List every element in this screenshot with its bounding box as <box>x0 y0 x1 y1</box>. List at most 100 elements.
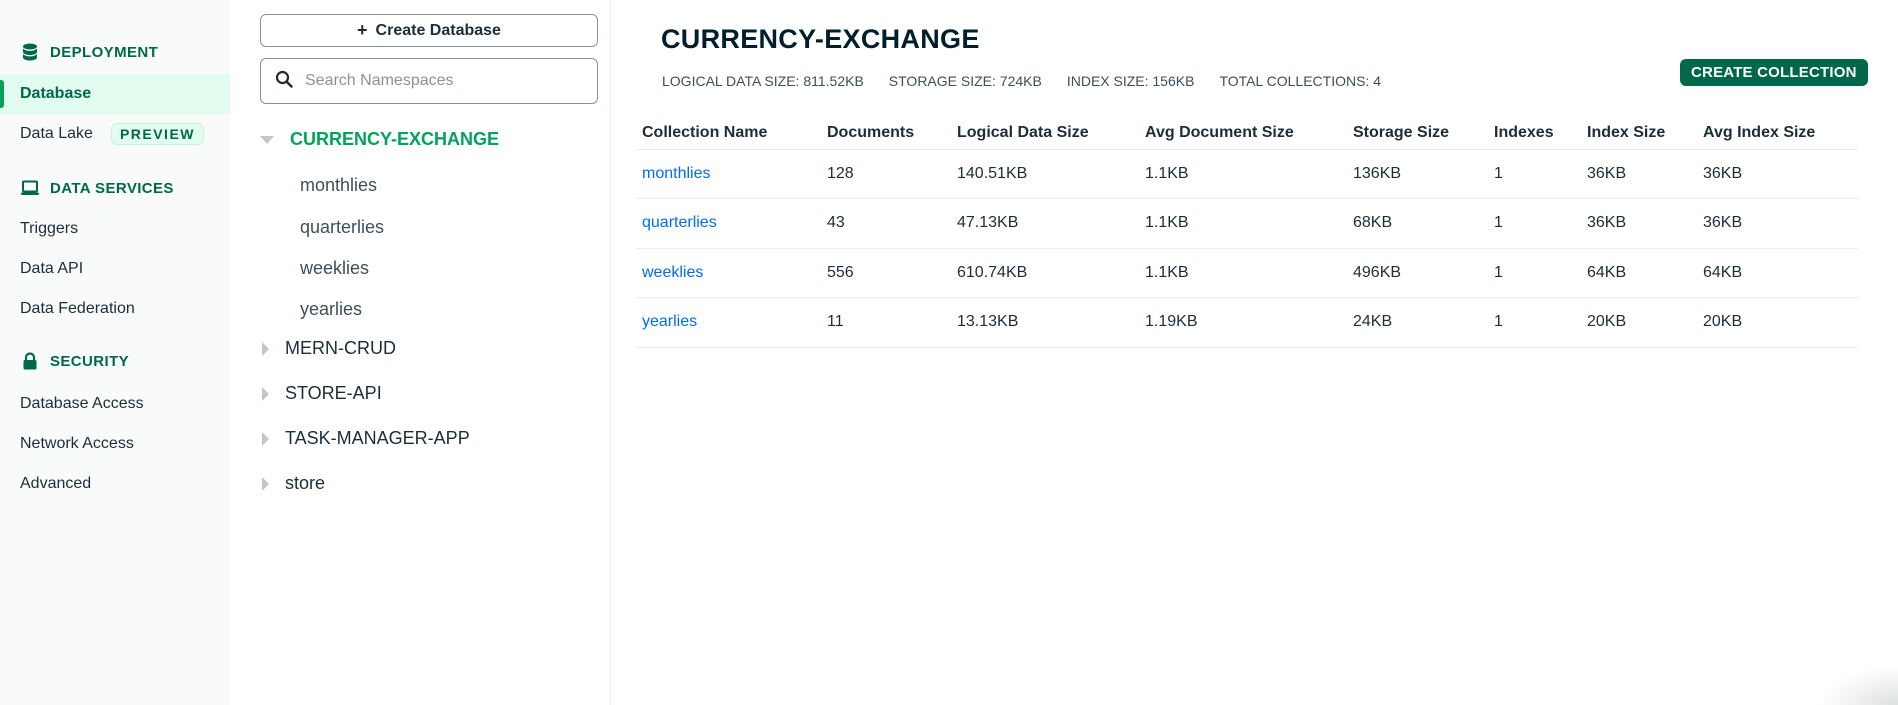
collections-table: Collection Name Documents Logical Data S… <box>636 118 1858 348</box>
nav-item-data-api[interactable]: Data API <box>0 249 230 289</box>
nav-item-network-access[interactable]: Network Access <box>0 424 230 464</box>
preview-badge: PREVIEW <box>110 123 205 145</box>
index-size-stat: INDEX SIZE: 156KB <box>1066 73 1195 89</box>
collection-link[interactable]: yearlies <box>642 313 697 330</box>
column-header[interactable]: Collection Name <box>636 118 821 150</box>
database-item-task-manager-app[interactable]: TASK-MANAGER-APP <box>260 428 470 449</box>
nav-item-label: Advanced <box>20 475 92 492</box>
page-title: CURRENCY-EXCHANGE <box>661 24 980 54</box>
plus-icon: + <box>357 20 368 40</box>
collection-link[interactable]: quarterlies <box>642 214 717 231</box>
laptop-icon <box>20 178 40 198</box>
column-header[interactable]: Avg Index Size <box>1697 118 1858 150</box>
collection-link[interactable]: weeklies <box>642 264 703 281</box>
create-database-label: Create Database <box>375 21 501 39</box>
column-header[interactable]: Storage Size <box>1347 118 1488 150</box>
database-item-mern-crud[interactable]: MERN-CRUD <box>260 338 396 359</box>
table-cell: 610.74KB <box>951 248 1139 298</box>
table-cell: 47.13KB <box>951 198 1139 249</box>
table-cell: 1 <box>1488 198 1581 249</box>
collection-item-monthlies[interactable]: monthlies <box>300 175 377 196</box>
table-cell: 36KB <box>1581 198 1697 249</box>
table-cell: 13.13KB <box>951 297 1139 348</box>
nav-item-data-lake[interactable]: Data Lake PREVIEW <box>0 114 230 154</box>
database-item-store-api[interactable]: STORE-API <box>260 383 382 404</box>
table-cell: 64KB <box>1697 248 1858 298</box>
table-cell: 68KB <box>1347 198 1488 249</box>
database-name: MERN-CRUD <box>285 338 396 358</box>
caret-right-icon[interactable] <box>262 386 269 401</box>
main-content: CURRENCY-EXCHANGE LOGICAL DATA SIZE: 811… <box>612 0 1898 705</box>
table-cell: 36KB <box>1581 149 1697 199</box>
collection-name-cell: weeklies <box>636 248 821 298</box>
column-header[interactable]: Logical Data Size <box>951 118 1139 150</box>
table-cell: 140.51KB <box>951 149 1139 199</box>
database-item-store[interactable]: store <box>260 473 325 494</box>
table-cell: 1.1KB <box>1139 198 1347 249</box>
table-row: monthlies 128 140.51KB 1.1KB 136KB 1 36K… <box>636 149 1858 199</box>
nav-item-label: Data Federation <box>20 300 135 317</box>
collection-name-cell: monthlies <box>636 149 821 199</box>
table-row: weeklies 556 610.74KB 1.1KB 496KB 1 64KB… <box>636 248 1858 298</box>
collection-item-yearlies[interactable]: yearlies <box>300 299 362 320</box>
nav-item-triggers[interactable]: Triggers <box>0 209 230 249</box>
nav-item-label: Data Lake <box>20 125 93 142</box>
nav-item-advanced[interactable]: Advanced <box>0 464 230 504</box>
collection-item-weeklies[interactable]: weeklies <box>300 258 369 279</box>
table-row: quarterlies 43 47.13KB 1.1KB 68KB 1 36KB… <box>636 198 1858 249</box>
database-name: TASK-MANAGER-APP <box>285 428 470 448</box>
database-stats: LOGICAL DATA SIZE: 811.52KB STORAGE SIZE… <box>662 73 1381 89</box>
storage-size-stat: STORAGE SIZE: 724KB <box>888 73 1042 89</box>
database-name: store <box>285 473 326 493</box>
nav-item-label: Triggers <box>20 220 79 237</box>
caret-down-icon[interactable] <box>260 135 274 144</box>
table-row: yearlies 11 13.13KB 1.19KB 24KB 1 20KB 2… <box>636 297 1858 348</box>
table-cell: 20KB <box>1581 297 1697 348</box>
corner-shadow <box>1818 665 1898 705</box>
table-cell: 136KB <box>1347 149 1488 199</box>
data-services-section-header: DATA SERVICES <box>20 178 174 198</box>
database-item-currency-exchange[interactable]: CURRENCY-EXCHANGE <box>260 129 499 150</box>
table-header-row: Collection Name Documents Logical Data S… <box>636 118 1858 150</box>
table-cell: 1 <box>1488 149 1581 199</box>
table-cell: 128 <box>821 149 951 199</box>
database-name: STORE-API <box>285 383 382 403</box>
nav-item-label: Data API <box>20 260 84 277</box>
caret-right-icon[interactable] <box>262 431 269 446</box>
database-name: CURRENCY-EXCHANGE <box>290 129 500 149</box>
table-cell: 36KB <box>1697 198 1858 249</box>
total-collections-stat: TOTAL COLLECTIONS: 4 <box>1219 73 1381 89</box>
create-collection-button[interactable]: CREATE COLLECTION <box>1680 59 1868 86</box>
search-icon <box>275 70 293 93</box>
caret-right-icon[interactable] <box>262 341 269 356</box>
table-cell: 24KB <box>1347 297 1488 348</box>
table-cell: 1 <box>1488 297 1581 348</box>
collection-link[interactable]: monthlies <box>642 165 710 182</box>
table-cell: 20KB <box>1697 297 1858 348</box>
nav-item-database[interactable]: Database <box>0 74 230 114</box>
column-header[interactable]: Index Size <box>1581 118 1697 150</box>
table-cell: 1.1KB <box>1139 248 1347 298</box>
table-cell: 36KB <box>1697 149 1858 199</box>
caret-right-icon[interactable] <box>262 476 269 491</box>
table-cell: 556 <box>821 248 951 298</box>
collection-name-cell: quarterlies <box>636 198 821 249</box>
table-cell: 64KB <box>1581 248 1697 298</box>
data-services-header-label: DATA SERVICES <box>50 179 174 197</box>
security-section-header: SECURITY <box>20 351 129 371</box>
create-database-button[interactable]: + Create Database <box>260 14 598 47</box>
left-navigation: DEPLOYMENT Database Data Lake PREVIEW DA… <box>0 0 230 705</box>
database-icon <box>20 42 40 62</box>
nav-item-database-access[interactable]: Database Access <box>0 384 230 424</box>
collection-name-cell: yearlies <box>636 297 821 348</box>
column-header[interactable]: Indexes <box>1488 118 1581 150</box>
nav-item-data-federation[interactable]: Data Federation <box>0 289 230 329</box>
table-cell: 43 <box>821 198 951 249</box>
collection-item-quarterlies[interactable]: quarterlies <box>300 217 384 238</box>
nav-item-label: Network Access <box>20 435 134 452</box>
lock-icon <box>20 351 40 371</box>
column-header[interactable]: Avg Document Size <box>1139 118 1347 150</box>
column-header[interactable]: Documents <box>821 118 951 150</box>
search-namespaces-input[interactable] <box>305 72 575 90</box>
table-cell: 11 <box>821 297 951 348</box>
